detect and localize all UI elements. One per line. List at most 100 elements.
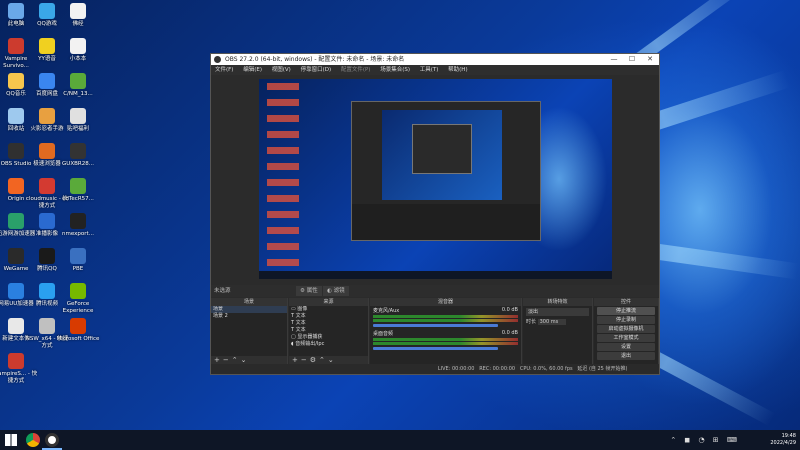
settings-button[interactable]: 设置 [597, 343, 655, 351]
desktop-shortcut[interactable]: C/NM_13... [55, 73, 101, 98]
origin-icon [8, 178, 24, 194]
source-label: 图像 [297, 306, 308, 312]
duration-input[interactable]: 300 ms [537, 319, 567, 325]
move-down-button[interactable]: ⌄ [328, 356, 337, 364]
menu-help[interactable]: 帮助(H) [448, 67, 467, 73]
text-file-icon [8, 318, 24, 334]
desktop-shortcut[interactable]: 贴吧福利 [55, 108, 101, 133]
desktop-shortcut[interactable]: PBE [55, 248, 101, 273]
track-db: 0.0 dB [501, 330, 518, 336]
source-item[interactable]: T 文本 [289, 313, 368, 320]
source-item[interactable]: ◖ 音频输出/Ipc [289, 341, 368, 348]
add-scene-button[interactable]: + [214, 356, 223, 364]
shortcut-label: nmexport... [62, 231, 94, 237]
source-settings-button[interactable]: ⚙ [310, 356, 319, 364]
track-db: 0.0 dB [501, 307, 518, 313]
transitions-panel: 转场特效 淡出 时长 300 ms [523, 298, 593, 364]
track-name: 桌面音频 [373, 331, 394, 337]
tencent-video-icon [39, 283, 55, 299]
scene-item[interactable]: 场景 2 [211, 313, 287, 320]
move-up-button[interactable]: ⌃ [232, 356, 241, 364]
status-bar: LIVE: 00:00:00 REC: 00:00:00 CPU: 0.0%, … [211, 364, 659, 374]
source-label: 文本 [295, 320, 306, 326]
stop-recording-button[interactable]: 停止录制 [597, 316, 655, 324]
battery-file-icon [70, 178, 86, 194]
menu-file[interactable]: 文件(F) [215, 67, 233, 73]
studio-mode-button[interactable]: 工作室模式 [597, 334, 655, 342]
nested-nested-window [412, 124, 472, 174]
source-item[interactable]: ▢ 显示器捕获 [289, 334, 368, 341]
menu-docks[interactable]: 停靠窗口(D) [301, 67, 332, 73]
chrome-icon[interactable] [26, 433, 40, 447]
remove-source-button[interactable]: − [301, 356, 310, 364]
nested-obs-window [351, 101, 541, 241]
desktop-shortcut[interactable]: GUXBR28... [55, 143, 101, 168]
sources-footer: +−⚙⌃⌄ [289, 356, 368, 364]
document-icon [70, 108, 86, 124]
shortcut-label: 贴吧福利 [66, 126, 89, 132]
shortcut-label: GUXBR28... [62, 161, 94, 167]
close-button[interactable]: ✕ [641, 54, 659, 65]
desktop-shortcut[interactable]: nmexport... [55, 213, 101, 238]
xunyou-icon [8, 213, 24, 229]
volume-meter [373, 315, 518, 318]
desktop-shortcut[interactable]: edTecR57... [55, 178, 101, 203]
shortcut-label: GeForce Experience [62, 301, 94, 314]
source-toolbar: 未选源 ⚙ 属性 ◐ 滤镜 [211, 285, 659, 297]
source-item[interactable]: ▭ 图像 [289, 306, 368, 313]
document-icon [70, 248, 86, 264]
obs-titlebar[interactable]: OBS 27.2.0 (64-bit, windows) - 配置文件: 未命名… [211, 54, 659, 65]
source-item[interactable]: T 文本 [289, 320, 368, 327]
menu-profile[interactable]: 配置文件(P) [341, 67, 371, 73]
source-label: 文本 [295, 313, 306, 319]
obs-window: OBS 27.2.0 (64-bit, windows) - 配置文件: 未命名… [210, 53, 660, 375]
volume-slider[interactable] [373, 347, 498, 350]
volume-slider[interactable] [373, 324, 498, 327]
menu-edit[interactable]: 编辑(E) [243, 67, 262, 73]
shortcut-label: edTecR57... [62, 196, 94, 202]
taskbar: ⌃ ◼ ◔ ⊞ ⌨ 19:48 2022/4/29 [0, 430, 800, 450]
stop-streaming-button[interactable]: 停止推流 [597, 307, 655, 315]
shortcut-label: PBE [72, 266, 84, 272]
properties-button[interactable]: ⚙ 属性 [296, 286, 322, 296]
game-icon [39, 108, 55, 124]
preview-taskbar [259, 271, 612, 279]
system-tray: ⌃ ◼ ◔ ⊞ ⌨ [670, 436, 740, 444]
obs-icon[interactable] [45, 433, 59, 447]
move-up-button[interactable]: ⌃ [319, 356, 328, 364]
remove-scene-button[interactable]: − [223, 356, 232, 364]
menu-tools[interactable]: 工具(T) [420, 67, 439, 73]
nested-preview [382, 110, 502, 200]
add-source-button[interactable]: + [292, 356, 301, 364]
exit-button[interactable]: 退出 [597, 352, 655, 360]
desktop-shortcut[interactable]: VampireS... - 快捷方式 [0, 353, 39, 385]
desktop-shortcut[interactable]: 佛经 [55, 3, 101, 28]
desktop-shortcut[interactable]: GeForce Experience [55, 283, 101, 315]
geforce-icon [70, 283, 86, 299]
shortcut-label: Microsoft Office [56, 336, 100, 342]
move-down-button[interactable]: ⌄ [241, 356, 250, 364]
menu-view[interactable]: 视图(V) [272, 67, 291, 73]
shortcut-label: VampireS... - 快捷方式 [0, 371, 38, 384]
controls-header: 控件 [594, 298, 658, 306]
transition-select[interactable]: 淡出 [526, 308, 589, 316]
start-icon[interactable] [5, 434, 17, 446]
status-text: LIVE: 00:00:00 REC: 00:00:00 CPU: 0.0%, … [437, 366, 629, 372]
menu-scene-collection[interactable]: 场景集合(S) [380, 67, 410, 73]
source-item[interactable]: T 文本 [289, 327, 368, 334]
maximize-button[interactable]: ☐ [623, 54, 641, 65]
scenes-footer: +−⌃⌄ [211, 356, 287, 364]
minimize-button[interactable]: — [605, 54, 623, 65]
filters-button[interactable]: ◐ 滤镜 [323, 286, 349, 296]
transitions-header: 转场特效 [523, 298, 592, 306]
desktop-shortcut[interactable]: Microsoft Office [55, 318, 101, 343]
menu-bar: 文件(F) 编辑(E) 视图(V) 停靠窗口(D) 配置文件(P) 场景集合(S… [211, 65, 659, 75]
desktop-shortcut[interactable]: 小本本 [55, 38, 101, 63]
scene-item[interactable]: 场景 [211, 306, 287, 313]
clock[interactable]: 19:48 2022/4/29 [770, 430, 796, 450]
uu-icon [8, 283, 24, 299]
preview-canvas[interactable] [259, 79, 612, 279]
mixer-track: 麦克风/Aux 0.0 dB [370, 306, 521, 329]
virtual-camera-button[interactable]: 启动虚拟摄像机 [597, 325, 655, 333]
track-name: 麦克风/Aux [373, 308, 400, 314]
